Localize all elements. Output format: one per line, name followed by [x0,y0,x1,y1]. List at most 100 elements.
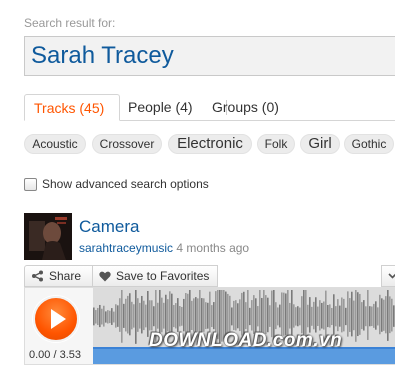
waveform-bar [261,297,263,333]
tag-acoustic[interactable]: Acoustic [24,134,86,154]
tab-tracks[interactable]: Tracks (45) [24,94,120,121]
play-icon [51,309,66,329]
waveform-bar [145,304,147,328]
waveform-bar [231,307,233,326]
waveform-bar [361,302,363,330]
waveform-bar [353,300,355,331]
waveform-bar [101,308,103,325]
waveform-bar [161,297,163,333]
heart-icon [99,271,111,281]
waveform-bar [295,307,297,326]
advanced-search-label: Show advanced search options [42,177,209,191]
waveform-bar [137,298,139,332]
waveform-bar [257,306,259,327]
tag-gothic[interactable]: Gothic [344,134,394,154]
waveform-bar [345,307,347,326]
waveform-bar [163,302,165,329]
track-title-link[interactable]: Camera [79,217,139,237]
waveform-bar [245,302,247,330]
waveform-bar [249,307,251,326]
waveform-bar [327,304,329,328]
waveform-bar [183,298,185,332]
waveform-bar [377,307,379,326]
waveform-bar [115,304,117,328]
audio-player: 0.00 / 3.53 DOWNLOAD.com.vn [24,287,395,365]
waveform-bar [315,297,317,333]
waveform-bar [157,302,159,329]
share-label: Share [49,269,82,283]
waveform-bar [365,306,367,327]
waveform-bar [389,296,391,334]
waveform-bar [175,303,177,329]
waveform-bar [265,295,267,335]
waveform-bar [93,307,95,326]
share-icon [32,270,43,282]
waveform-bar [329,304,331,328]
waveform-bar [179,306,181,327]
waveform-bar [299,307,301,326]
search-input[interactable]: Sarah Tracey [24,36,395,76]
play-button[interactable] [33,296,79,342]
waveform-bar [357,292,359,337]
waveform-bar [133,304,135,328]
waveform-bar [237,303,239,329]
playback-time: 0.00 / 3.53 [29,349,81,361]
waveform-bar [331,307,333,326]
waveform-bar [99,304,101,328]
waveform-bar [387,290,389,341]
waveform-bar [103,305,105,327]
tag-electronic[interactable]: Electronic [168,134,252,154]
waveform-bar [149,300,151,331]
waveform-bar [339,305,341,327]
result-tabs: Tracks (45) People (4) Groups (0) [24,94,395,121]
waveform-bar [195,297,197,333]
tab-people[interactable]: People (4) [128,94,193,121]
waveform-bar [359,293,361,335]
share-button[interactable]: Share [24,265,93,287]
waveform-bar [129,293,131,336]
save-to-favorites-button[interactable]: Save to Favorites [92,265,218,287]
waveform-bar [293,304,295,328]
waveform-bar [165,294,167,335]
tag-girl[interactable]: Girl [300,134,340,154]
advanced-search-toggle[interactable]: Show advanced search options [24,176,209,192]
waveform-bar [191,300,193,331]
waveform-bar [275,302,277,330]
waveform-bar [211,305,213,328]
waveform-bar [363,300,365,331]
tag-folk[interactable]: Folk [257,134,295,154]
waveform-bar [297,306,299,327]
advanced-search-checkbox[interactable] [24,177,37,191]
waveform-bar [207,302,209,329]
watermark: DOWNLOAD.com.vn [149,330,343,351]
waveform-bar [177,298,179,332]
waveform-bar [111,308,113,325]
waveform-bar [139,302,141,329]
track-artwork[interactable] [24,213,72,260]
waveform-bar [141,295,143,334]
waveform-bar [121,290,123,343]
waveform-bar [131,301,133,330]
waveform-bar [117,305,119,327]
waveform-bar [251,300,253,331]
track-user-link[interactable]: sarahtraceymusic [79,241,173,255]
tab-groups[interactable]: Groups (0) [212,94,279,121]
waveform-bar [347,291,349,337]
waveform[interactable] [93,288,395,364]
waveform-bar [105,311,107,323]
waveform-bar [269,305,271,327]
waveform-bar [187,293,189,335]
waveform-bar [167,299,169,332]
tag-crossover[interactable]: Crossover [92,134,162,154]
waveform-bar [317,306,319,326]
waveform-bar [267,297,269,333]
waveform-bar [321,302,323,329]
waveform-bar [375,301,377,330]
waveform-bar [197,298,199,332]
waveform-bar [373,303,375,328]
waveform-bar [127,295,129,334]
waveform-bar [381,298,383,332]
waveform-bar [333,294,335,335]
more-options-button[interactable] [381,265,395,287]
waveform-bar [285,293,287,336]
